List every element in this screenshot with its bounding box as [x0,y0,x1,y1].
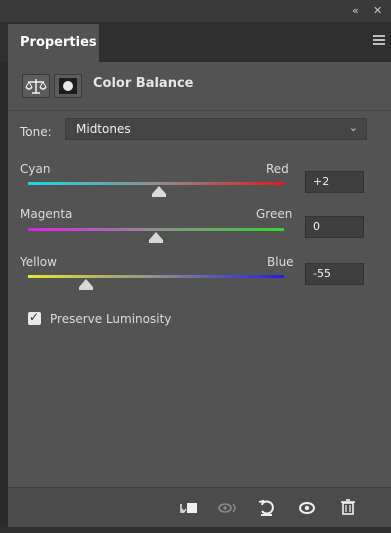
trash-icon[interactable] [334,494,362,522]
magenta-green-slider-thumb-base[interactable] [149,240,163,243]
cyan-red-slider-thumb[interactable] [151,186,166,194]
cyan-red-slider-thumb-base[interactable] [151,194,166,197]
chevron-down-icon: ⌄ [348,121,358,134]
yellow-blue-slider-thumb[interactable] [78,279,93,287]
cyan-red-slider-track[interactable] [28,182,284,185]
blue-label: Blue [267,255,294,269]
properties-header: Color Balance [8,62,391,111]
magenta-green-value-field[interactable]: 0 [305,216,364,238]
green-label: Green [256,207,293,221]
panel-menu-icon[interactable] [373,35,385,45]
adjustment-title: Color Balance [93,76,194,91]
cyan-label: Cyan [20,162,51,176]
magenta-green-slider-thumb[interactable] [149,232,163,240]
tone-label: Tone: [20,125,52,139]
cyan-red-value-field[interactable]: +2 [305,171,364,193]
reset-icon[interactable] [253,494,281,522]
panel-footer-toolbar [8,487,391,528]
magenta-label: Magenta [20,207,73,221]
checkmark-icon: ✓ [29,310,40,324]
properties-panel: Color Balance Tone: Midtones ⌄ Cyan Red … [8,62,391,487]
tone-selected-value: Midtones [76,122,131,136]
collapse-panels-icon[interactable]: « [352,4,359,18]
magenta-green-slider-track[interactable] [28,228,284,231]
yellow-blue-slider-track[interactable] [28,275,284,278]
tone-dropdown[interactable]: Midtones ⌄ [65,118,367,140]
view-previous-state-icon[interactable] [214,494,242,522]
yellow-label: Yellow [20,255,57,269]
tab-properties[interactable]: Properties [8,24,99,62]
panel-bottom-edge [0,527,391,533]
red-label: Red [266,162,289,176]
layer-mask-icon[interactable] [54,74,82,98]
balance-scale-icon[interactable] [22,74,50,98]
close-panel-icon[interactable]: ✕ [373,4,382,18]
preserve-luminosity-checkbox[interactable]: ✓ [28,310,41,325]
visibility-eye-icon[interactable] [293,494,321,522]
yellow-blue-value-field[interactable]: -55 [305,263,364,285]
preserve-luminosity-label[interactable]: Preserve Luminosity [50,312,171,326]
panel-top-strip: « ✕ [0,0,391,22]
clip-to-layer-icon[interactable] [175,494,203,522]
yellow-blue-slider-thumb-base[interactable] [78,287,93,290]
